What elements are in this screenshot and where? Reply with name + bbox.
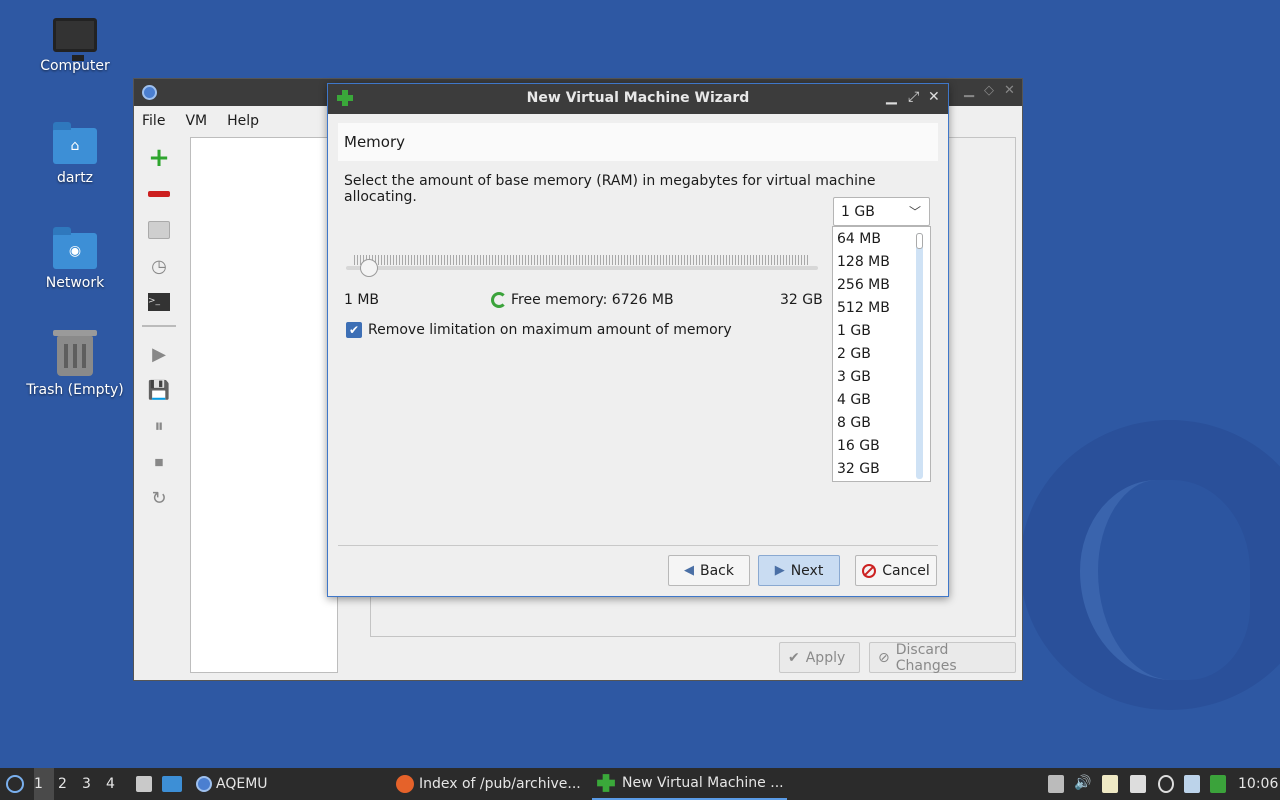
- computer-icon: [53, 18, 97, 61]
- memory-slider-track[interactable]: [346, 266, 818, 270]
- toolbar-separator: [142, 325, 176, 327]
- remove-limitation-label[interactable]: Remove limitation on maximum amount of m…: [368, 322, 732, 338]
- memory-slider-handle[interactable]: [359, 259, 378, 277]
- vm-toolbar: + ◷ >_ ▶ 💾 ⏸ ⏹ ↻: [140, 143, 178, 521]
- maximize-icon[interactable]: ⤢: [908, 89, 919, 105]
- close-icon[interactable]: ✕: [928, 89, 940, 105]
- page-title: Memory: [338, 123, 938, 161]
- cancel-button[interactable]: Cancel: [855, 555, 937, 586]
- desktop-icon-label: dartz: [56, 170, 94, 186]
- terminal-icon[interactable]: >_: [146, 289, 172, 315]
- memory-size-select[interactable]: 1 GB ﹀: [833, 197, 930, 226]
- remove-limitation-checkbox[interactable]: ✔: [346, 322, 362, 338]
- desktop-icon-label: Trash (Empty): [26, 382, 124, 398]
- hdd-icon[interactable]: [146, 217, 172, 243]
- memory-slider-ticks: [354, 255, 810, 265]
- clock-icon[interactable]: ◷: [146, 253, 172, 279]
- wallpaper-logo: [1020, 420, 1280, 710]
- delete-vm-icon[interactable]: [146, 181, 172, 207]
- slider-max-label: 32 GB: [780, 292, 823, 308]
- cancel-icon: [862, 563, 877, 578]
- volume-icon[interactable]: 🔊: [1074, 775, 1091, 793]
- desktop-icon-label: Network: [45, 275, 105, 291]
- discard-icon: ⊘: [878, 649, 890, 666]
- taskbar: 1 2 3 4 AQEMU Index of /pub/archive... N…: [0, 768, 1280, 800]
- reset-icon[interactable]: ↻: [146, 485, 172, 511]
- menu-file[interactable]: File: [142, 113, 165, 129]
- memory-size-selected: 1 GB: [841, 203, 875, 220]
- clipboard-icon[interactable]: [1102, 775, 1118, 793]
- free-memory-label: Free memory: 6726 MB: [511, 292, 674, 308]
- next-button[interactable]: ▶ Next: [758, 555, 840, 586]
- wizard-title: New Virtual Machine Wizard: [526, 90, 750, 106]
- plus-icon: [597, 774, 615, 792]
- taskbar-task-wizard[interactable]: New Virtual Machine ...: [592, 768, 787, 800]
- updates-icon[interactable]: [1048, 775, 1064, 793]
- desktop-icon-home[interactable]: ⌂ dartz: [20, 122, 130, 186]
- add-vm-icon[interactable]: +: [146, 143, 172, 173]
- start-icon[interactable]: ▶: [146, 341, 172, 367]
- wizard-separator: [338, 545, 938, 546]
- back-button[interactable]: ◀ Back: [668, 555, 750, 586]
- close-icon[interactable]: ✕: [1004, 83, 1015, 98]
- chevron-down-icon: ﹀: [908, 205, 921, 219]
- show-desktop-icon[interactable]: [162, 768, 182, 800]
- maximize-icon[interactable]: ◇: [984, 83, 994, 98]
- home-folder-icon: ⌂: [53, 122, 97, 164]
- menu-vm[interactable]: VM: [185, 113, 207, 129]
- workspace-1[interactable]: 1: [34, 768, 54, 800]
- trash-icon: [53, 330, 97, 376]
- dropdown-scrollbar[interactable]: [916, 233, 923, 479]
- workspace-2[interactable]: 2: [58, 768, 78, 800]
- pause-icon[interactable]: ⏸: [146, 413, 172, 439]
- desktop-icon-network[interactable]: ◉ Network: [20, 227, 130, 291]
- firefox-icon: [396, 775, 414, 793]
- menu-help[interactable]: Help: [227, 113, 259, 129]
- aqemu-icon: [142, 85, 157, 100]
- minimize-icon[interactable]: ▁: [886, 89, 897, 105]
- arrow-left-icon: ◀: [684, 563, 694, 578]
- taskbar-task-aqemu[interactable]: AQEMU: [196, 768, 268, 800]
- notification-icon[interactable]: [1184, 775, 1200, 793]
- refresh-icon[interactable]: [491, 292, 507, 308]
- check-icon: ✔: [788, 649, 800, 666]
- desktop-icon-computer[interactable]: Computer: [20, 18, 130, 74]
- clock[interactable]: 10:06: [1238, 768, 1278, 800]
- app-tray-icon[interactable]: [1210, 775, 1226, 793]
- memory-size-dropdown: 64 MB 128 MB 256 MB 512 MB 1 GB 2 GB 3 G…: [832, 226, 931, 482]
- file-manager-icon[interactable]: [136, 768, 152, 800]
- network-icon[interactable]: [1130, 775, 1146, 793]
- wizard-titlebar[interactable]: New Virtual Machine Wizard ▁ ⤢ ✕: [328, 84, 948, 114]
- slider-min-label: 1 MB: [344, 292, 380, 308]
- desktop-icon-trash[interactable]: Trash (Empty): [20, 330, 130, 398]
- aqemu-icon: [196, 776, 212, 792]
- new-vm-wizard-dialog: New Virtual Machine Wizard ▁ ⤢ ✕ Memory …: [327, 83, 949, 597]
- start-menu-icon[interactable]: [6, 768, 26, 800]
- arrow-right-icon: ▶: [774, 563, 785, 578]
- vm-list[interactable]: [190, 137, 338, 673]
- dropdown-scrollbar-thumb[interactable]: [916, 233, 923, 249]
- apply-button[interactable]: ✔ Apply: [779, 642, 860, 673]
- workspace-4[interactable]: 4: [106, 768, 126, 800]
- discard-changes-button[interactable]: ⊘ Discard Changes: [869, 642, 1016, 674]
- save-state-icon[interactable]: 💾: [146, 377, 172, 403]
- minimize-icon[interactable]: ▁: [964, 83, 974, 98]
- workspace-3[interactable]: 3: [82, 768, 102, 800]
- sync-icon[interactable]: [1158, 775, 1174, 793]
- taskbar-task-firefox[interactable]: Index of /pub/archive...: [396, 768, 581, 800]
- stop-icon[interactable]: ⏹: [146, 449, 172, 475]
- network-folder-icon: ◉: [53, 227, 97, 269]
